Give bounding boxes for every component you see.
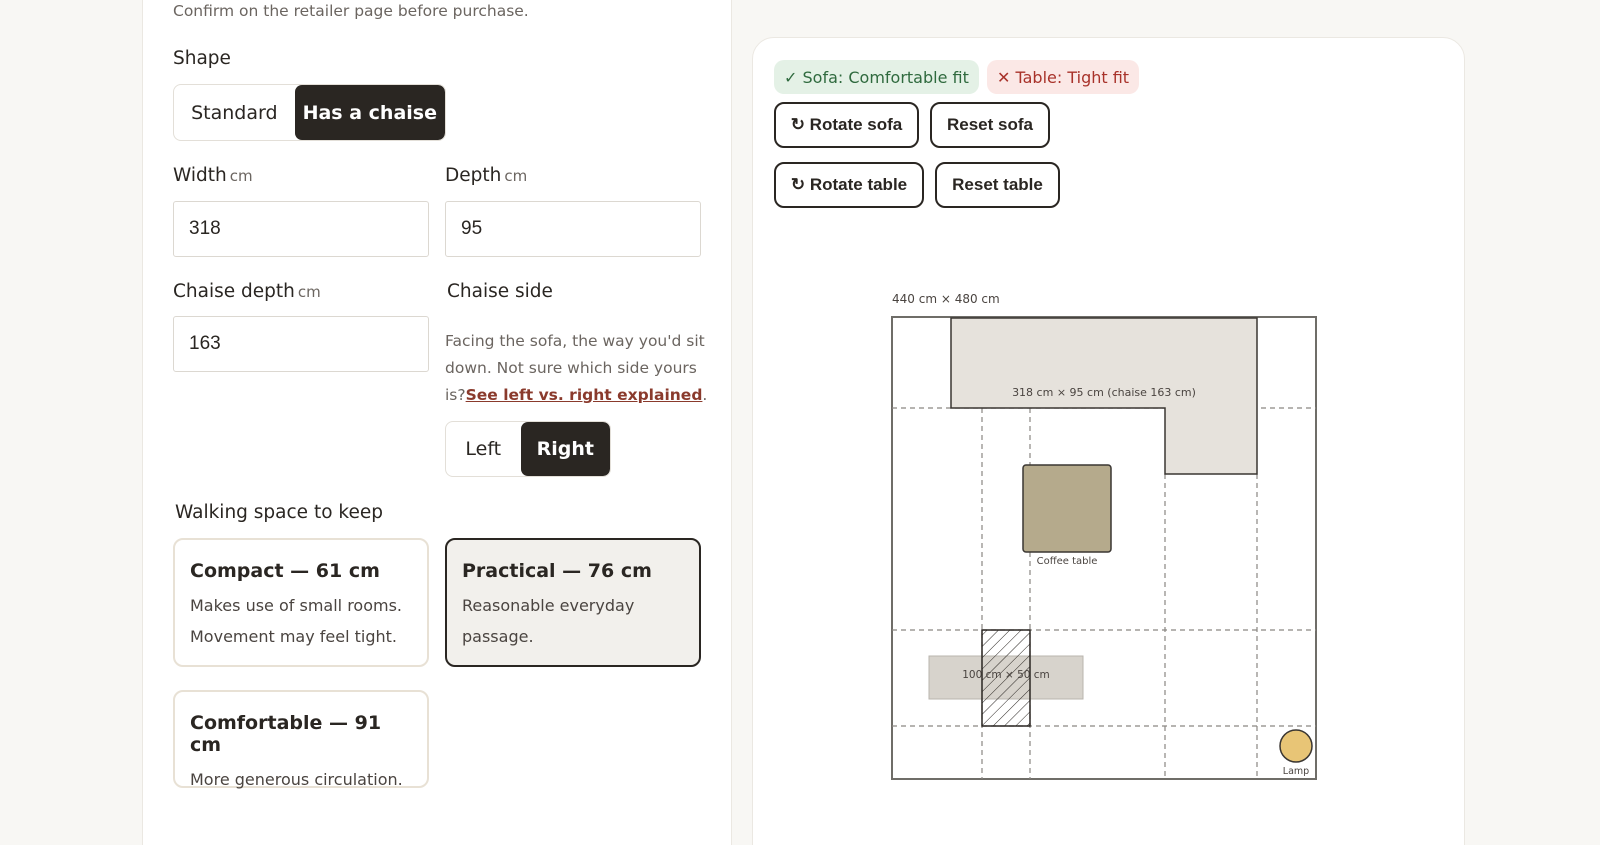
sofa-dimensions-label: 318 cm × 95 cm (chaise 163 cm)	[1012, 386, 1196, 399]
chaise-left-button[interactable]: Left	[446, 422, 521, 476]
chaise-depth-input[interactable]: 163	[173, 316, 429, 372]
coffee-table-shape[interactable]	[1022, 464, 1112, 553]
retailer-note: Confirm on the retailer page before purc…	[173, 2, 529, 20]
width-label: Width cm	[173, 165, 253, 186]
chaise-right-button[interactable]: Right	[520, 422, 610, 476]
chaise-depth-label: Chaise depth cm	[173, 281, 321, 302]
walking-comfortable-card[interactable]: Comfortable — 91 cm More generous circul…	[173, 690, 429, 789]
depth-label: Depth cm	[445, 165, 528, 186]
chaise-side-hint: Facing the sofa, the way you'd sit down.…	[445, 332, 708, 404]
configuration-panel: Confirm on the retailer page before purc…	[142, 0, 732, 845]
lamp-shape[interactable]	[1279, 729, 1313, 763]
width-input[interactable]: 318	[173, 201, 429, 257]
shape-standard-button[interactable]: Standard	[174, 85, 295, 140]
shape-toggle: Standard Has a chaise	[173, 84, 446, 141]
left-right-explained-link[interactable]: See left vs. right explained	[466, 386, 703, 404]
walking-space-label: Walking space to keep	[175, 502, 383, 523]
floor-plan: 440 cm × 480 cm 318 cm × 95 cm (chaise 1…	[891, 292, 1317, 780]
card-title: Practical — 76 cm	[462, 560, 652, 582]
lamp-label: Lamp	[1283, 766, 1309, 777]
card-description: Reasonable everyday passage.	[462, 596, 635, 646]
side-item-label: 100 cm × 50 cm	[962, 669, 1050, 681]
card-description: Makes use of small rooms. Movement may f…	[190, 596, 402, 646]
chaise-side-label: Chaise side	[447, 281, 553, 302]
coffee-table-label: Coffee table	[1037, 556, 1098, 567]
card-title: Comfortable — 91 cm	[190, 712, 382, 756]
room-dimensions-label: 440 cm × 480 cm	[892, 292, 1000, 306]
depth-input[interactable]: 95	[445, 201, 701, 257]
walking-practical-card[interactable]: Practical — 76 cm Reasonable everyday pa…	[445, 538, 701, 667]
card-title: Compact — 61 cm	[190, 560, 380, 582]
card-description: More generous circulation.	[190, 770, 403, 789]
shape-chaise-button[interactable]: Has a chaise	[294, 85, 445, 140]
preview-panel: ✓ Sofa: Comfortable fit ✕ Table: Tight f…	[752, 37, 1465, 845]
shape-label: Shape	[173, 48, 231, 69]
walking-compact-card[interactable]: Compact — 61 cm Makes use of small rooms…	[173, 538, 429, 667]
chaise-side-toggle: Left Right	[445, 421, 611, 477]
